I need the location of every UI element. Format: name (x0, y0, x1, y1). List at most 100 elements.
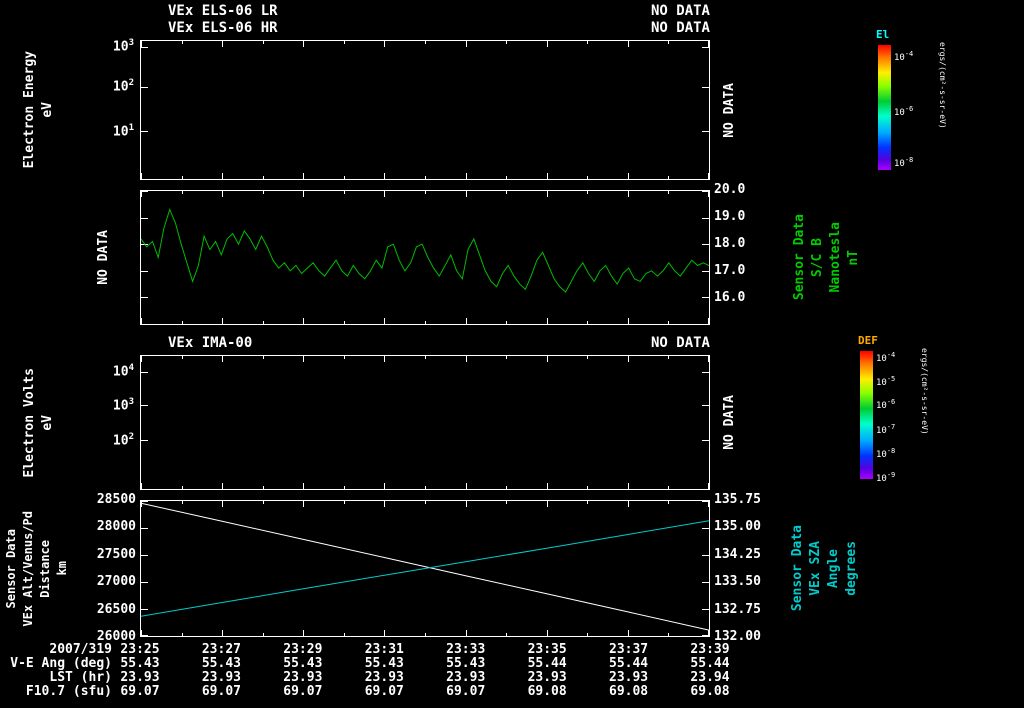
info-row-value: 23.93 (202, 671, 241, 685)
x-minor-tick-mark (425, 356, 426, 359)
ephem-left-label-4: km (55, 561, 69, 575)
ephem-left-ytick-label: 26500 (74, 602, 136, 617)
colorbar-el-label: El (876, 28, 889, 41)
ima-right-nodata: NO DATA (722, 395, 737, 450)
x-tick-mark (466, 173, 467, 179)
x-tick-mark (303, 483, 304, 489)
ephem-right-ytick-label: 134.25 (714, 547, 761, 562)
y-tick-mark (702, 87, 709, 88)
x-tick-mark (303, 173, 304, 179)
colorbar-tick-label: 10-8 (876, 447, 895, 460)
y-tick-mark (141, 372, 148, 373)
x-tick-mark (708, 173, 709, 179)
x-minor-tick-mark (425, 486, 426, 489)
time-label: 23:25 (120, 643, 159, 657)
x-tick-mark (222, 173, 223, 179)
els-ylabel-text: Electron Energy (22, 51, 37, 168)
altitude-svg (141, 501, 709, 636)
els-hr-nodata: NO DATA (651, 21, 710, 36)
x-minor-tick-mark (668, 41, 669, 44)
time-label: 23:31 (365, 643, 404, 657)
x-minor-tick-mark (344, 356, 345, 359)
y-tick-mark (702, 131, 709, 132)
els-ytick-label: 101 (86, 123, 134, 139)
ephem-right-ytick-label: 135.00 (714, 519, 761, 534)
bfield-right-label-2: S/C B (810, 238, 825, 277)
bfield-ytick-label: 20.0 (714, 182, 745, 197)
x-tick-mark (466, 41, 467, 47)
bfield-left-nodata: NO DATA (96, 230, 111, 285)
x-minor-tick-mark (506, 176, 507, 179)
colorbar-def-units: ergs/(cm²-s-sr-eV) (920, 348, 929, 484)
x-tick-mark (303, 356, 304, 362)
colorbar-def-label: DEF (858, 334, 878, 347)
date-label: 2007/319 (0, 643, 112, 657)
ephem-left-ytick-label: 28500 (74, 492, 136, 507)
x-minor-tick-mark (263, 356, 264, 359)
info-row-value: 23.93 (365, 671, 404, 685)
x-tick-mark (708, 483, 709, 489)
ephem-right-ytick-label: 135.75 (714, 492, 761, 507)
time-label: 23:35 (528, 643, 567, 657)
info-row-value: 55.44 (609, 657, 648, 671)
ephem-right-label-3: Angle (826, 549, 841, 588)
bfield-right-label-4: nT (846, 250, 861, 266)
els-panel (140, 40, 710, 180)
x-minor-tick-mark (506, 356, 507, 359)
colorbar-tick-label: 10-4 (876, 351, 895, 364)
info-row-value: 55.44 (690, 657, 729, 671)
time-label: 23:33 (446, 643, 485, 657)
x-minor-tick-mark (263, 176, 264, 179)
ephem-right-ytick-label: 132.75 (714, 602, 761, 617)
x-tick-mark (141, 483, 142, 489)
time-label: 23:29 (283, 643, 322, 657)
els-right-nodata: NO DATA (722, 83, 737, 138)
info-row-value: 69.08 (528, 685, 567, 699)
info-row-label: V-E Ang (deg) (0, 657, 112, 671)
els-lr-title: VEx ELS-06 LR (168, 4, 278, 19)
ima-nodata: NO DATA (651, 336, 710, 351)
ephem-right-label-4: degrees (844, 541, 859, 596)
y-tick-mark (702, 47, 709, 48)
x-tick-mark (141, 173, 142, 179)
info-row-value: 23.94 (690, 671, 729, 685)
y-tick-mark (702, 372, 709, 373)
info-row-value: 69.08 (609, 685, 648, 699)
info-row-value: 69.07 (202, 685, 241, 699)
colorbar-el: El 10-410-610-8 ergs/(cm²-s-sr-eV) (876, 28, 966, 178)
info-row-value: 23.93 (283, 671, 322, 685)
els-right-nodata-block: NO DATA (722, 40, 737, 180)
y-tick-mark (141, 405, 148, 406)
x-tick-mark (547, 41, 548, 47)
colorbar-tick-label: 10-7 (876, 423, 895, 436)
ephem-right-label-1: Sensor Data (790, 525, 805, 611)
info-row-value: 23.93 (528, 671, 567, 685)
info-row-value: 55.44 (528, 657, 567, 671)
x-tick-mark (384, 173, 385, 179)
ima-ylabel: Electron Volts eV (22, 355, 55, 490)
info-row-value: 55.43 (202, 657, 241, 671)
ima-title: VEx IMA-00 (168, 336, 252, 351)
colorbar-el-ticks: 10-410-610-8 (894, 45, 924, 170)
bfield-left-nodata-block: NO DATA (96, 190, 111, 325)
x-tick-mark (222, 483, 223, 489)
colorbar-tick-label: 10-5 (876, 375, 895, 388)
ima-right-nodata-block: NO DATA (722, 355, 737, 490)
colorbar-def-ticks: 10-410-510-610-710-810-9 (876, 351, 906, 479)
x-minor-tick-mark (182, 41, 183, 44)
time-axis: 23:2523:2723:2923:3123:3323:3523:3723:39 (140, 643, 710, 657)
x-minor-tick-mark (425, 41, 426, 44)
colorbar-el-strip (878, 45, 891, 170)
x-minor-tick-mark (506, 486, 507, 489)
plot-page: VEx ELS-06 LR VEx ELS-06 HR NO DATA NO D… (0, 0, 1024, 708)
x-minor-tick-mark (182, 176, 183, 179)
info-row-value: 23.93 (446, 671, 485, 685)
ephem-left-label-2: VEx Alt/Venus/Pd (21, 511, 35, 627)
els-ylabel: Electron Energy eV (22, 40, 55, 180)
time-label: 23:39 (690, 643, 729, 657)
ephem-right-ytick-label: 133.50 (714, 574, 761, 589)
x-tick-mark (708, 356, 709, 362)
x-tick-mark (222, 41, 223, 47)
y-tick-mark (702, 440, 709, 441)
altitude-line (141, 503, 709, 630)
